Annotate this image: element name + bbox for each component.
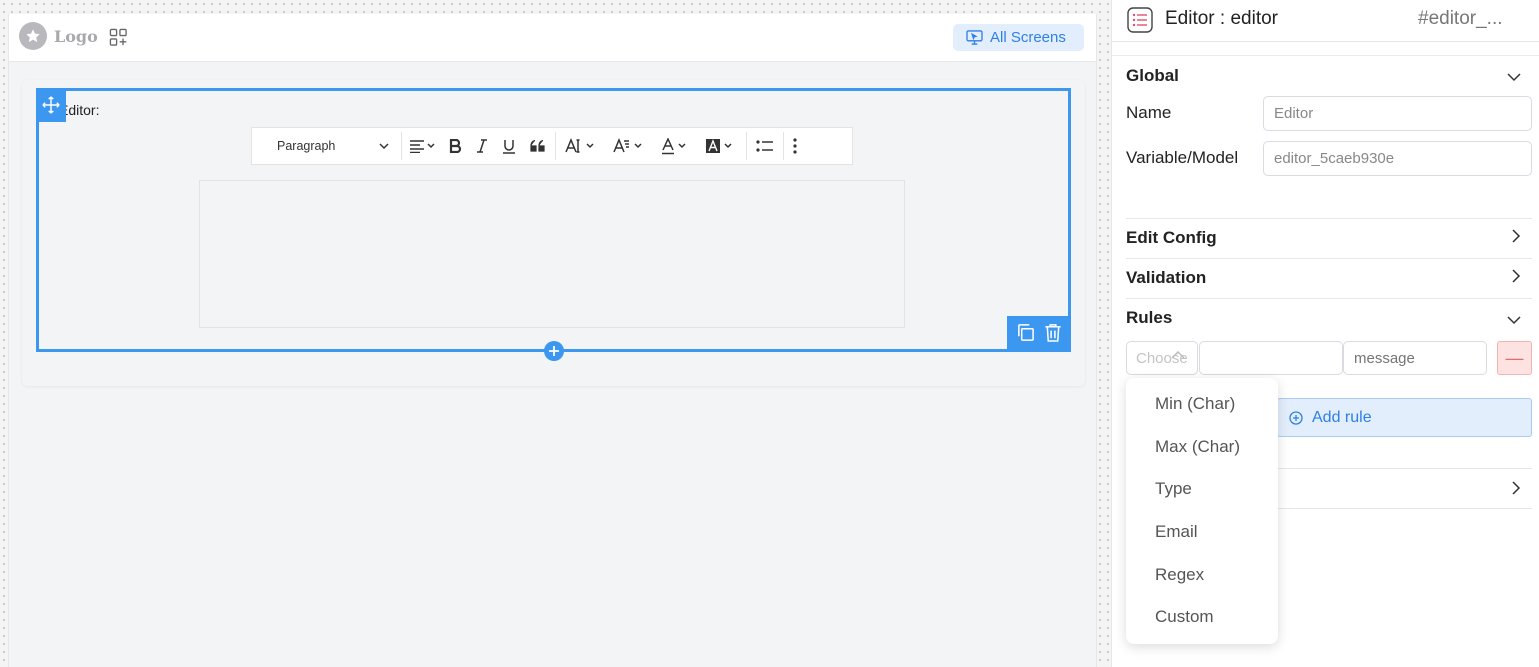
font-color-icon bbox=[662, 137, 686, 154]
selected-editor-component[interactable]: Editor: Paragraph bbox=[36, 88, 1071, 361]
rule-value-input[interactable] bbox=[1199, 341, 1343, 375]
more-vertical-icon bbox=[793, 138, 797, 154]
editor-content-area[interactable] bbox=[199, 180, 905, 328]
logo: Logo bbox=[19, 22, 98, 50]
text-format-button[interactable] bbox=[606, 132, 654, 160]
trash-icon[interactable] bbox=[1044, 323, 1062, 346]
chevron-right-icon[interactable] bbox=[1512, 229, 1521, 248]
rich-text-toolbar: Paragraph bbox=[251, 127, 853, 165]
logo-text: Logo bbox=[54, 26, 98, 46]
chevron-down-icon[interactable] bbox=[1507, 312, 1521, 330]
add-rule-label: Add rule bbox=[1312, 408, 1372, 426]
variable-model-label: Variable/Model bbox=[1126, 148, 1239, 167]
chevron-right-icon[interactable] bbox=[1512, 481, 1521, 500]
text-style-icon bbox=[613, 138, 642, 153]
bold-button[interactable] bbox=[442, 132, 469, 160]
align-button[interactable] bbox=[402, 132, 442, 160]
rule-type-dropdown: Min (Char) Max (Char) Type Email Regex C… bbox=[1126, 378, 1278, 644]
chevron-right-icon[interactable] bbox=[1512, 269, 1521, 288]
rule-option-type[interactable]: Type bbox=[1126, 468, 1278, 511]
all-screens-label: All Screens bbox=[990, 29, 1066, 46]
divider bbox=[1112, 55, 1539, 56]
font-size-button[interactable] bbox=[558, 132, 606, 160]
component-list-icon bbox=[1127, 7, 1153, 38]
section-rules-title[interactable]: Rules bbox=[1126, 308, 1172, 328]
rule-option-email[interactable]: Email bbox=[1126, 511, 1278, 554]
component-actions bbox=[1007, 316, 1071, 352]
move-icon[interactable] bbox=[36, 88, 66, 122]
panel-header: Editor : editor #editor_... bbox=[1112, 0, 1539, 42]
bold-icon bbox=[449, 139, 462, 153]
quote-icon bbox=[530, 140, 545, 152]
toolbar-divider bbox=[783, 132, 784, 160]
toolbar-divider bbox=[555, 132, 556, 160]
chevron-down-icon[interactable] bbox=[1507, 69, 1521, 87]
list-icon bbox=[756, 140, 773, 152]
chevron-up-icon bbox=[1171, 346, 1185, 363]
bulleted-list-button[interactable] bbox=[749, 132, 781, 160]
rule-option-custom[interactable]: Custom bbox=[1126, 596, 1278, 639]
paragraph-format-label: Paragraph bbox=[277, 139, 336, 153]
underline-button[interactable] bbox=[495, 132, 523, 160]
font-color-button[interactable] bbox=[654, 132, 698, 160]
toolbar-divider bbox=[746, 132, 747, 160]
minus-icon: — bbox=[1505, 347, 1524, 368]
more-options-button[interactable] bbox=[786, 132, 804, 160]
divider bbox=[1126, 218, 1532, 219]
plus-circle-icon bbox=[1289, 410, 1303, 425]
section-global-title[interactable]: Global bbox=[1126, 66, 1179, 86]
underline-icon bbox=[503, 139, 515, 154]
add-widget-icon[interactable] bbox=[109, 28, 128, 51]
star-icon bbox=[19, 22, 47, 50]
blockquote-button[interactable] bbox=[523, 132, 553, 160]
element-id: #editor_... bbox=[1418, 8, 1503, 29]
italic-button[interactable] bbox=[469, 132, 495, 160]
design-canvas[interactable]: Logo All Screens Editor: Paragraph bbox=[8, 14, 1097, 667]
add-rule-button[interactable]: Add rule bbox=[1277, 398, 1532, 437]
paragraph-format-select[interactable]: Paragraph bbox=[252, 132, 402, 160]
monitor-icon bbox=[966, 30, 983, 45]
name-input[interactable] bbox=[1263, 96, 1532, 131]
panel-title: Editor : editor bbox=[1165, 8, 1278, 29]
font-size-icon bbox=[565, 138, 594, 153]
variable-model-input[interactable] bbox=[1263, 141, 1532, 176]
highlight-color-button[interactable] bbox=[698, 132, 744, 160]
rule-type-select[interactable]: Choose bbox=[1126, 341, 1198, 375]
rule-option-max-char[interactable]: Max (Char) bbox=[1126, 426, 1278, 469]
add-component-below-icon[interactable] bbox=[543, 341, 564, 361]
rule-option-regex[interactable]: Regex bbox=[1126, 553, 1278, 596]
section-validation-title[interactable]: Validation bbox=[1126, 268, 1206, 288]
chevron-down-icon bbox=[379, 142, 389, 149]
align-left-icon bbox=[410, 140, 435, 153]
divider bbox=[1126, 298, 1532, 299]
all-screens-button[interactable]: All Screens bbox=[953, 24, 1084, 51]
copy-icon[interactable] bbox=[1016, 323, 1035, 346]
section-edit-config-title[interactable]: Edit Config bbox=[1126, 228, 1217, 248]
divider bbox=[1126, 258, 1532, 259]
properties-panel: Editor : editor #editor_... Global Name … bbox=[1111, 0, 1539, 667]
highlight-icon bbox=[706, 138, 732, 153]
remove-rule-button[interactable]: — bbox=[1497, 341, 1532, 375]
name-label: Name bbox=[1126, 103, 1172, 122]
italic-icon bbox=[477, 139, 487, 153]
canvas-topbar: Logo All Screens bbox=[9, 14, 1096, 62]
rule-option-min-char[interactable]: Min (Char) bbox=[1126, 383, 1278, 426]
rule-message-input[interactable] bbox=[1343, 341, 1487, 375]
